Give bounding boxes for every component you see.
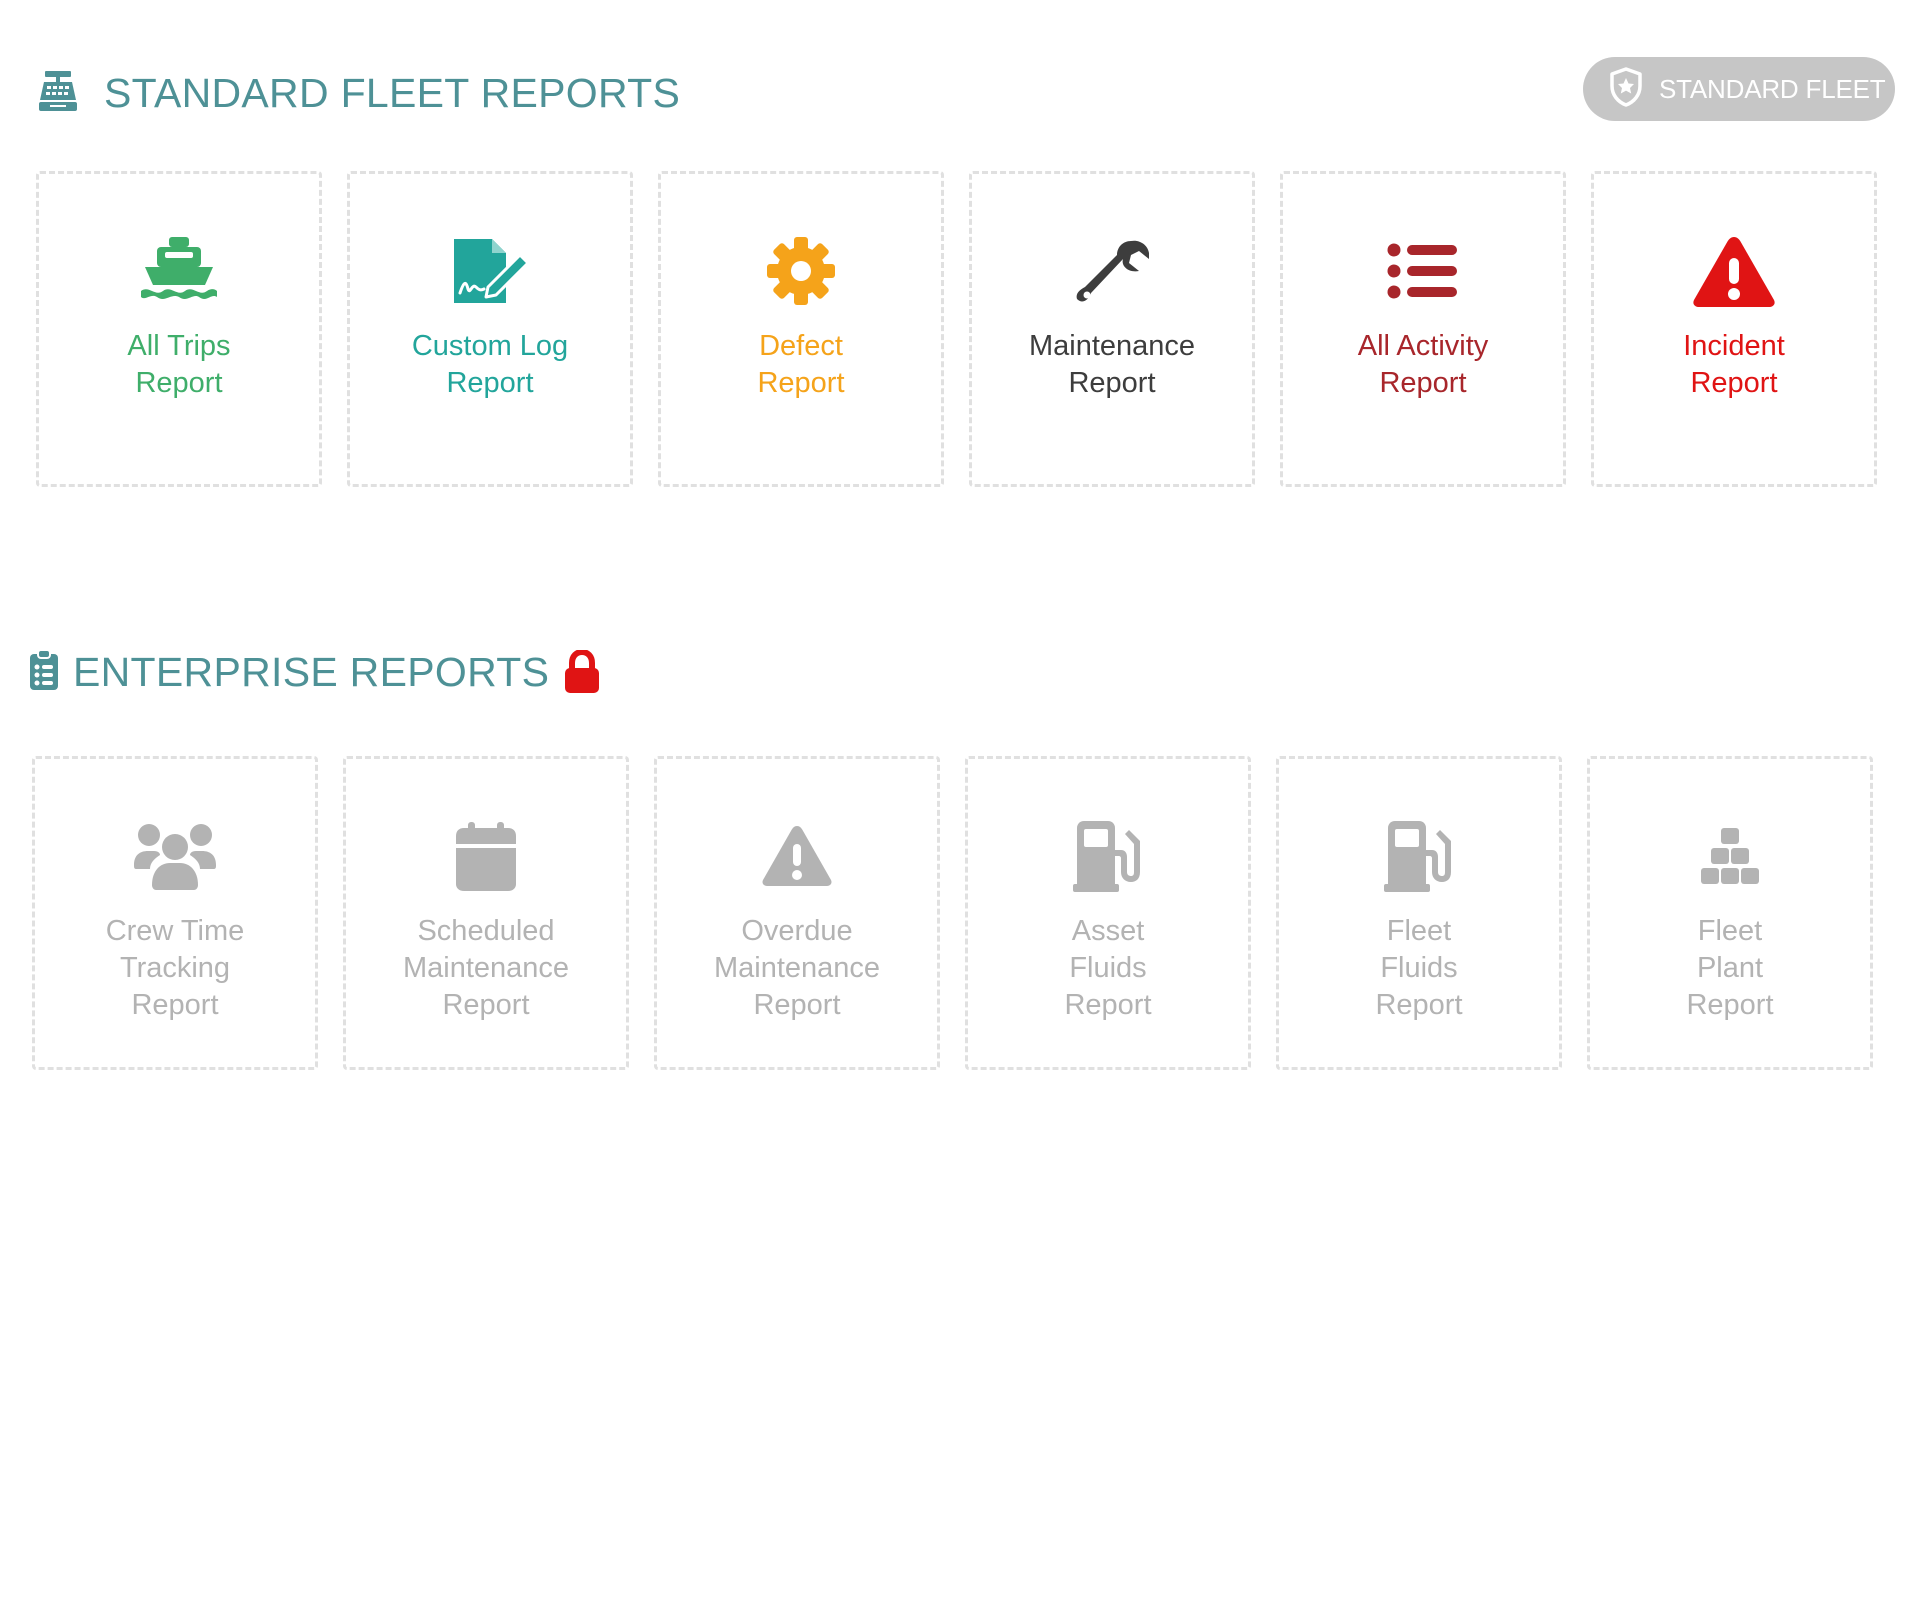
- standard-reports-header: STANDARD FLEET REPORTS: [38, 68, 680, 118]
- all-activity-report-card[interactable]: All Activity Report: [1280, 171, 1566, 487]
- fleet-plant-report-card[interactable]: Fleet Plant Report: [1587, 756, 1873, 1070]
- enterprise-reports-title: ENTERPRISE REPORTS: [73, 648, 550, 695]
- maintenance-report-label: Maintenance Report: [1028, 330, 1196, 399]
- cubes-icon: [1699, 819, 1761, 893]
- custom-log-report-card[interactable]: Custom Log Report: [347, 171, 633, 487]
- incident-report-card[interactable]: Incident Report: [1591, 171, 1877, 487]
- crew-time-tracking-report-label: Crew Time Tracking Report: [105, 915, 245, 1021]
- incident-report-label: Incident Report: [1683, 330, 1785, 399]
- fleet-fluids-report-card[interactable]: Fleet Fluids Report: [1276, 756, 1562, 1070]
- fleet-fluids-report-label: Fleet Fluids Report: [1375, 915, 1463, 1021]
- gas-pump-icon: [1384, 819, 1454, 893]
- cash-register-icon: [38, 70, 78, 117]
- scheduled-maintenance-report-label: Scheduled Maintenance Report: [402, 915, 570, 1021]
- standard-reports-title: STANDARD FLEET REPORTS: [104, 69, 681, 116]
- asset-fluids-report-label: Asset Fluids Report: [1064, 915, 1152, 1021]
- reports-page: STANDARD FLEET REPORTS STANDARD FLEET Al…: [0, 0, 1918, 1598]
- defect-report-card[interactable]: Defect Report: [658, 171, 944, 487]
- standard-reports-grid: All Trips Report Custom Log Report Defec…: [36, 171, 1877, 487]
- clipboard-list-icon: [29, 648, 59, 696]
- all-trips-report-card[interactable]: All Trips Report: [36, 171, 322, 487]
- plan-badge-label: STANDARD FLEET: [1659, 73, 1886, 104]
- shield-star-icon: [1609, 66, 1643, 112]
- calendar-icon: [455, 819, 517, 893]
- all-trips-report-label: All Trips Report: [127, 330, 231, 399]
- all-activity-report-label: All Activity Report: [1357, 330, 1489, 399]
- asset-fluids-report-card[interactable]: Asset Fluids Report: [965, 756, 1251, 1070]
- defect-report-label: Defect Report: [757, 330, 845, 399]
- list-icon: [1387, 234, 1459, 308]
- warning-triangle-icon: [761, 819, 833, 893]
- wrench-icon: [1075, 234, 1149, 308]
- scheduled-maintenance-report-card[interactable]: Scheduled Maintenance Report: [343, 756, 629, 1070]
- users-icon: [132, 819, 218, 893]
- plan-badge[interactable]: STANDARD FLEET: [1583, 57, 1895, 121]
- enterprise-reports-grid: Crew Time Tracking Report Scheduled Main…: [32, 756, 1873, 1070]
- crew-time-tracking-report-card[interactable]: Crew Time Tracking Report: [32, 756, 318, 1070]
- custom-log-report-label: Custom Log Report: [411, 330, 569, 399]
- file-signature-icon: [450, 234, 530, 308]
- gear-icon: [765, 234, 837, 308]
- gas-pump-icon: [1073, 819, 1143, 893]
- fleet-plant-report-label: Fleet Plant Report: [1686, 915, 1774, 1021]
- enterprise-reports-header: ENTERPRISE REPORTS: [29, 647, 601, 697]
- lock-icon: [563, 650, 601, 694]
- maintenance-report-card[interactable]: Maintenance Report: [969, 171, 1255, 487]
- overdue-maintenance-report-card[interactable]: Overdue Maintenance Report: [654, 756, 940, 1070]
- warning-triangle-icon: [1692, 234, 1776, 308]
- ship-icon: [139, 234, 219, 308]
- overdue-maintenance-report-label: Overdue Maintenance Report: [713, 915, 881, 1021]
